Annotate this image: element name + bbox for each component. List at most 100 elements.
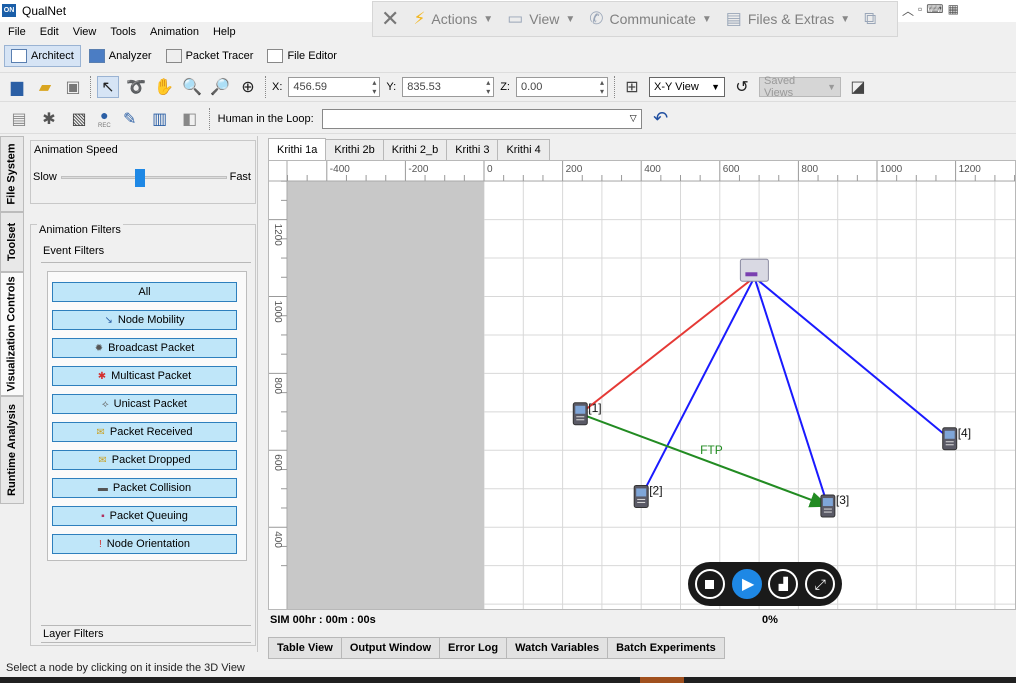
- y-ruler-label: 600: [272, 454, 283, 471]
- grid-icon[interactable]: ▦: [948, 2, 959, 18]
- filter-button-packet-collision[interactable]: ▬ Packet Collision: [52, 478, 237, 498]
- saved-views-select[interactable]: Saved Views ▼: [758, 75, 841, 99]
- communicate-menu[interactable]: ✆ Communicate ▼: [589, 9, 712, 29]
- stop-button[interactable]: [694, 569, 725, 599]
- grid-settings-icon[interactable]: ⊞: [621, 76, 643, 98]
- files-extras-menu[interactable]: ▤ Files & Extras ▼: [726, 9, 850, 29]
- x-ruler-label: 0: [487, 164, 493, 175]
- phone-icon: ✆: [589, 9, 604, 28]
- mode-label: Packet Tracer: [185, 50, 254, 62]
- animation-speed-title: Animation Speed: [34, 144, 118, 156]
- settings-gear-icon[interactable]: ✱: [38, 108, 60, 130]
- x-coord-field[interactable]: 456.59 ▴ ▾: [288, 77, 381, 97]
- fullscreen-button[interactable]: ⤢: [805, 569, 836, 599]
- x-ruler: [269, 161, 1015, 181]
- new-scenario-icon[interactable]: ▆: [6, 76, 28, 98]
- keyboard-icon[interactable]: ⌨: [926, 2, 943, 18]
- menu-help[interactable]: Help: [213, 26, 236, 38]
- bottom-tab[interactable]: Output Window: [340, 637, 440, 659]
- record-button[interactable]: ● REC: [98, 108, 111, 130]
- spinner-icon[interactable]: ▴ ▾: [597, 78, 607, 96]
- z-coord-field[interactable]: 0.00 ▴ ▾: [515, 77, 608, 97]
- reset-view-icon[interactable]: ↺: [731, 76, 753, 98]
- save-view-icon[interactable]: ◪: [847, 76, 869, 98]
- menu-file[interactable]: File: [8, 26, 26, 38]
- saved-views-label: Saved Views: [763, 75, 796, 99]
- filter-button-packet-dropped[interactable]: ✉ Packet Dropped: [52, 450, 237, 470]
- tab-runtime-analysis[interactable]: Runtime Analysis: [0, 396, 24, 504]
- event-filters-header[interactable]: Event Filters: [41, 245, 251, 263]
- minimize-icon[interactable]: ▫: [918, 2, 922, 18]
- actions-menu[interactable]: ⚡ Actions ▼: [413, 9, 493, 29]
- menu-edit[interactable]: Edit: [40, 26, 59, 38]
- sim-progress: 0%: [762, 614, 778, 626]
- view-select[interactable]: X-Y View ▼: [648, 77, 725, 97]
- hitl-input[interactable]: ▽: [321, 108, 642, 129]
- filter-button-packet-received[interactable]: ✉ Packet Received: [52, 422, 237, 442]
- scenario-tab[interactable]: Krithi 3: [446, 139, 499, 160]
- scenario-tab[interactable]: Krithi 2b: [325, 139, 384, 160]
- scenario-tab[interactable]: Krithi 2_b: [382, 139, 448, 160]
- spinner-icon[interactable]: ▴ ▾: [483, 78, 493, 96]
- scenario-tab[interactable]: Krithi 1a: [268, 138, 327, 160]
- link-hub-n2: [640, 276, 756, 497]
- mode-packet-tracer[interactable]: Packet Tracer: [160, 45, 260, 67]
- filter-label: Broadcast Packet: [108, 342, 195, 354]
- screens-icon[interactable]: ⧉: [864, 9, 876, 29]
- filter-label: Packet Dropped: [111, 454, 191, 466]
- view-menu[interactable]: ▭ View ▼: [507, 9, 575, 29]
- speed-slider-thumb[interactable]: [135, 169, 145, 187]
- open-folder-icon[interactable]: ▰: [34, 76, 56, 98]
- bottom-tab[interactable]: Watch Variables: [506, 637, 609, 659]
- menu-animation[interactable]: Animation: [150, 26, 199, 38]
- mode-analyzer[interactable]: Analyzer: [83, 45, 158, 67]
- mode-file-editor[interactable]: File Editor: [261, 45, 343, 67]
- send-command-icon[interactable]: ↶: [650, 108, 672, 130]
- y-coord-field[interactable]: 835.53 ▴ ▾: [402, 77, 495, 97]
- edit-icon[interactable]: ✎: [119, 108, 141, 130]
- mode-architect[interactable]: Architect: [4, 45, 81, 67]
- clapper-icon[interactable]: ▧: [68, 108, 90, 130]
- layer-filters-header[interactable]: Layer Filters: [41, 625, 251, 643]
- zoom-out-icon[interactable]: 🔎: [209, 76, 231, 98]
- bottom-tab[interactable]: Batch Experiments: [607, 637, 725, 659]
- chevron-up-icon[interactable]: ︿: [902, 2, 914, 18]
- canvas-svg[interactable]: -400 -200 0 200 400 600 800 1000 1200 1200 1000 800…: [269, 161, 1016, 610]
- filter-button-broadcast-packet[interactable]: ✹ Broadcast Packet: [52, 338, 237, 358]
- filter-button-all[interactable]: All: [52, 282, 237, 302]
- menu-tools[interactable]: Tools: [110, 26, 136, 38]
- zoom-in-icon[interactable]: 🔍: [181, 76, 203, 98]
- bottom-tab[interactable]: Table View: [268, 637, 342, 659]
- filter-button-multicast-packet[interactable]: ✱ Multicast Packet: [52, 366, 237, 386]
- statistics-icon[interactable]: ▥: [149, 108, 171, 130]
- save-icon[interactable]: ▣: [62, 76, 84, 98]
- step-button[interactable]: ▟: [768, 569, 799, 599]
- pan-hand-icon[interactable]: ✋: [153, 76, 175, 98]
- actions-label: Actions: [431, 11, 478, 27]
- filter-label: Packet Received: [109, 426, 193, 438]
- play-button[interactable]: ▶: [731, 569, 762, 599]
- filter-button-node-orientation[interactable]: ! Node Orientation: [52, 534, 237, 554]
- scenario-canvas[interactable]: -400 -200 0 200 400 600 800 1000 1200 1200 1000 800…: [268, 160, 1016, 610]
- taskbar-active-item[interactable]: [640, 677, 684, 683]
- animation-filters-title: Animation Filters: [37, 224, 123, 236]
- spinner-icon[interactable]: ▴ ▾: [369, 78, 379, 96]
- bottom-tab[interactable]: Error Log: [439, 637, 508, 659]
- access-point-icon[interactable]: [739, 258, 769, 282]
- scenario-tab[interactable]: Krithi 4: [497, 139, 550, 160]
- filter-button-node-mobility[interactable]: ↘ Node Mobility: [52, 310, 237, 330]
- menu-view[interactable]: View: [73, 26, 97, 38]
- packet-icon[interactable]: ◧: [179, 108, 201, 130]
- rotate-view-icon[interactable]: ⊕: [237, 76, 259, 98]
- lasso-icon[interactable]: ➰: [125, 76, 147, 98]
- filter-button-unicast-packet[interactable]: ⟡ Unicast Packet: [52, 394, 237, 414]
- tab-toolset[interactable]: Toolset: [0, 212, 24, 272]
- application-ftp[interactable]: [579, 412, 830, 508]
- filter-label: All: [138, 286, 151, 298]
- tab-file-system[interactable]: File System: [0, 136, 24, 212]
- tab-visualization-controls[interactable]: Visualization Controls: [0, 272, 24, 396]
- document-icon[interactable]: ▤: [8, 108, 30, 130]
- filter-button-packet-queuing[interactable]: ▪ Packet Queuing: [52, 506, 237, 526]
- pointer-icon[interactable]: ↖: [97, 76, 119, 98]
- close-icon[interactable]: ✕: [381, 6, 399, 32]
